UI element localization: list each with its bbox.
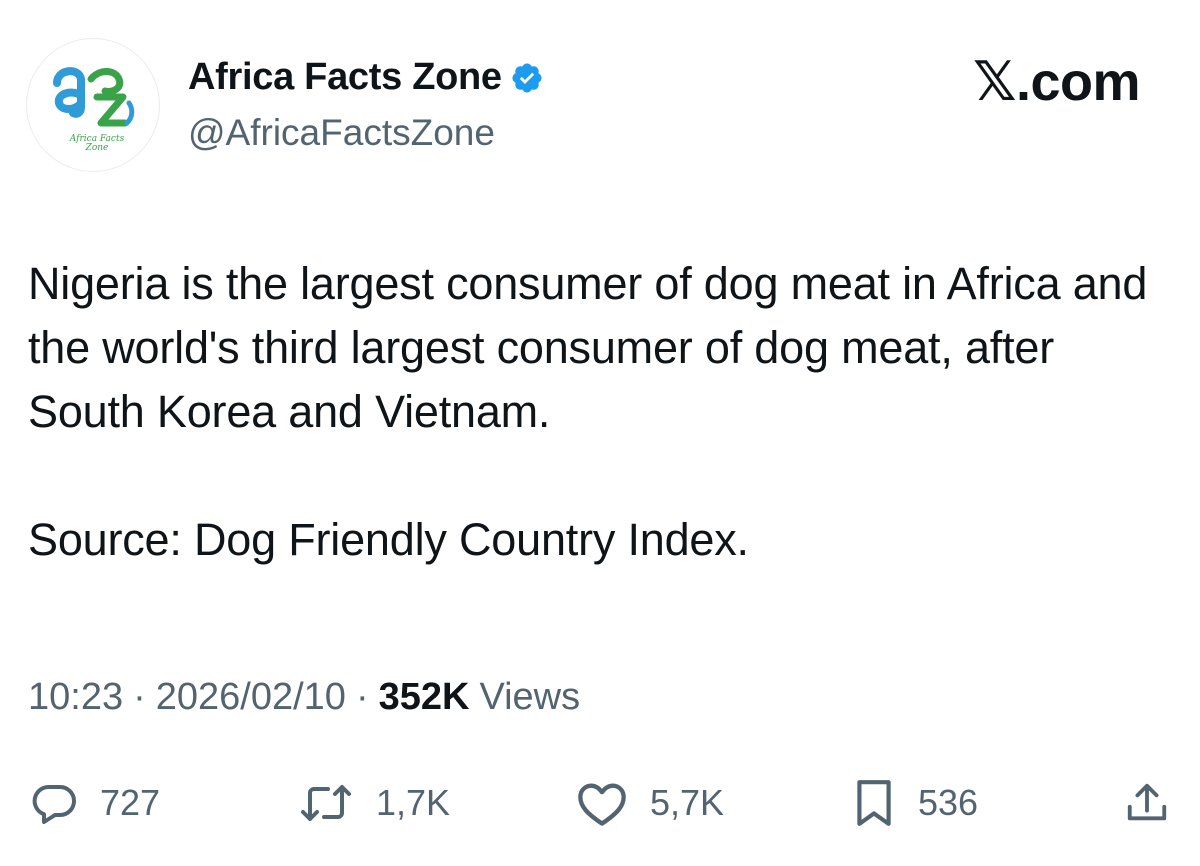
reply-button[interactable]: 727 xyxy=(30,770,160,836)
repost-button[interactable]: 1,7K xyxy=(298,770,450,836)
share-button[interactable] xyxy=(1124,770,1170,836)
meta-separator: · xyxy=(133,676,146,718)
author-name-row: Africa Facts Zone xyxy=(188,56,544,99)
reply-icon xyxy=(32,785,76,824)
tweet-metadata: 10:23 · 2026/02/10 · 352K Views xyxy=(28,676,580,719)
tweet-actions-bar: 727 1,7K 5,7K 536 xyxy=(28,770,1178,836)
x-logo-icon: 𝕏 xyxy=(972,50,1017,113)
verified-badge-icon xyxy=(510,61,544,95)
tweet-header: Africa Facts Zone Africa Facts Zone @Afr… xyxy=(24,36,1176,176)
like-button[interactable]: 5,7K xyxy=(576,770,724,836)
avatar-logo-text: Africa Facts Zone xyxy=(69,134,125,153)
share-icon xyxy=(1127,783,1167,821)
reply-count: 727 xyxy=(100,782,161,823)
tweet-text: Nigeria is the largest consumer of dog m… xyxy=(28,252,1158,572)
views-count: 352K xyxy=(378,676,470,718)
bookmark-icon xyxy=(857,780,891,826)
like-count: 5,7K xyxy=(650,782,725,823)
bookmark-button[interactable]: 536 xyxy=(852,770,978,836)
avatar[interactable]: Africa Facts Zone xyxy=(26,38,160,172)
author-display-name[interactable]: Africa Facts Zone xyxy=(188,56,502,99)
heart-icon xyxy=(578,783,626,826)
author-handle[interactable]: @AfricaFactsZone xyxy=(188,112,495,154)
tweet-date[interactable]: 2026/02/10 xyxy=(156,676,346,719)
bookmark-count: 536 xyxy=(918,782,979,823)
meta-separator: · xyxy=(355,676,369,718)
views-label: Views xyxy=(479,676,581,718)
tweet-time[interactable]: 10:23 xyxy=(28,676,123,719)
repost-icon xyxy=(301,785,351,821)
tweet-paragraph: Nigeria is the largest consumer of dog m… xyxy=(28,258,1148,437)
x-logo-suffix: .com xyxy=(1015,52,1141,112)
x-com-logo: 𝕏.com xyxy=(972,50,1141,113)
tweet-source-paragraph: Source: Dog Friendly Country Index. xyxy=(28,514,749,565)
repost-count: 1,7K xyxy=(376,782,451,823)
